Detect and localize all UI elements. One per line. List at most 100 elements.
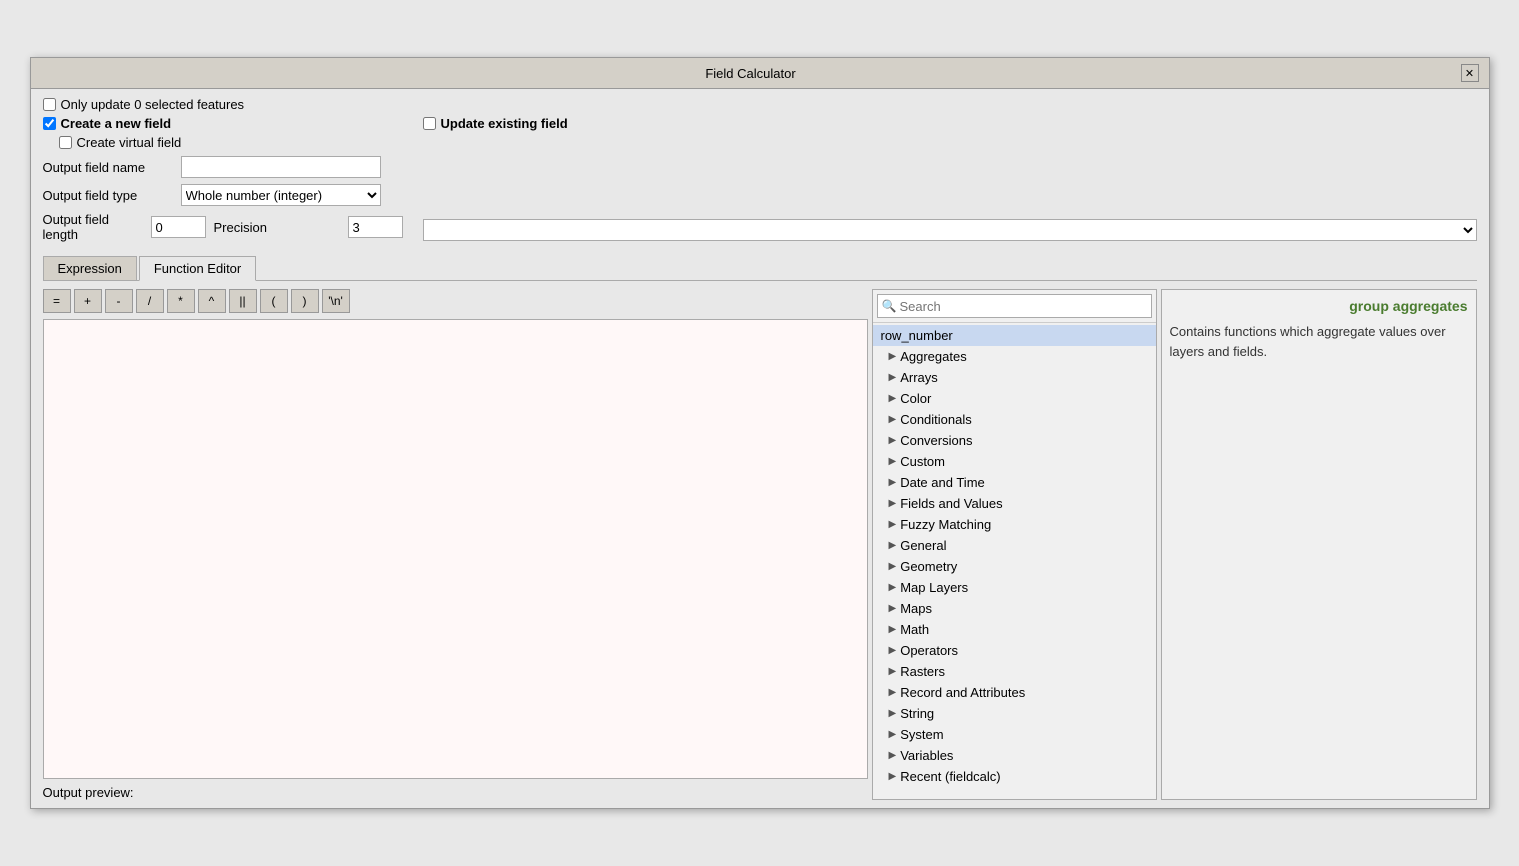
arrow-icon: ▶: [889, 624, 897, 635]
operator-button[interactable]: (: [260, 289, 288, 313]
field-calculator-window: Field Calculator ✕ Only update 0 selecte…: [30, 57, 1490, 809]
list-item-label: Custom: [900, 454, 945, 469]
list-item-label: Map Layers: [900, 580, 968, 595]
arrow-icon: ▶: [889, 435, 897, 446]
close-button[interactable]: ✕: [1461, 64, 1479, 82]
output-field-type-select[interactable]: Whole number (integer)Decimal number (do…: [181, 184, 381, 206]
update-field-select[interactable]: [423, 219, 1477, 241]
update-existing-checkbox[interactable]: [423, 117, 436, 130]
list-item[interactable]: ▶Arrays: [873, 367, 1156, 388]
tabs: Expression Function Editor: [43, 256, 1477, 281]
output-field-type-label: Output field type: [43, 188, 173, 203]
list-item-label: Conditionals: [900, 412, 972, 427]
list-item-label: Record and Attributes: [900, 685, 1025, 700]
list-item[interactable]: ▶General: [873, 535, 1156, 556]
operator-button[interactable]: =: [43, 289, 71, 313]
search-input[interactable]: [877, 294, 1152, 318]
main-area: =+-/*^||()'\n' Output preview: 🔍 row_num…: [43, 289, 1477, 800]
create-new-label: Create a new field: [61, 116, 172, 131]
operator-button[interactable]: +: [74, 289, 102, 313]
operator-button[interactable]: ||: [229, 289, 257, 313]
list-item-label: String: [900, 706, 934, 721]
list-item[interactable]: ▶Record and Attributes: [873, 682, 1156, 703]
arrow-icon: ▶: [889, 603, 897, 614]
list-item-label: Fuzzy Matching: [900, 517, 991, 532]
output-field-length-input[interactable]: [151, 216, 206, 238]
create-virtual-row: Create virtual field: [59, 135, 403, 150]
list-item[interactable]: ▶Variables: [873, 745, 1156, 766]
right-section: Update existing field: [423, 116, 1477, 248]
only-update-checkbox[interactable]: [43, 98, 56, 111]
list-item[interactable]: ▶Aggregates: [873, 346, 1156, 367]
precision-group: Precision: [214, 216, 403, 238]
list-item[interactable]: ▶Geometry: [873, 556, 1156, 577]
list-item[interactable]: ▶Color: [873, 388, 1156, 409]
output-field-name-label: Output field name: [43, 160, 173, 175]
arrow-icon: ▶: [889, 456, 897, 467]
update-existing-label: Update existing field: [441, 116, 568, 131]
arrow-icon: ▶: [889, 519, 897, 530]
list-item-label: Recent (fieldcalc): [900, 769, 1000, 784]
arrow-icon: ▶: [889, 687, 897, 698]
list-item[interactable]: ▶String: [873, 703, 1156, 724]
arrow-icon: ▶: [889, 750, 897, 761]
create-new-row: Create a new field: [43, 116, 403, 131]
list-item-label: Operators: [900, 643, 958, 658]
precision-input[interactable]: [348, 216, 403, 238]
list-item[interactable]: ▶Map Layers: [873, 577, 1156, 598]
arrow-icon: ▶: [889, 414, 897, 425]
tab-expression[interactable]: Expression: [43, 256, 137, 280]
arrow-icon: ▶: [889, 393, 897, 404]
arrow-icon: ▶: [889, 645, 897, 656]
list-item[interactable]: ▶Custom: [873, 451, 1156, 472]
arrow-icon: ▶: [889, 666, 897, 677]
expression-editor[interactable]: [43, 319, 868, 779]
list-item[interactable]: ▶Rasters: [873, 661, 1156, 682]
list-item[interactable]: ▶Conversions: [873, 430, 1156, 451]
operator-button[interactable]: *: [167, 289, 195, 313]
only-update-label: Only update 0 selected features: [61, 97, 245, 112]
create-virtual-label: Create virtual field: [77, 135, 182, 150]
list-item[interactable]: ▶Math: [873, 619, 1156, 640]
operator-button[interactable]: ): [291, 289, 319, 313]
output-field-length-row: Output field length Precision: [43, 212, 403, 242]
function-list-panel: 🔍 row_number▶Aggregates▶Arrays▶Color▶Con…: [872, 289, 1157, 800]
arrow-icon: ▶: [889, 372, 897, 383]
output-field-length-label: Output field length: [43, 212, 143, 242]
output-field-name-input[interactable]: [181, 156, 381, 178]
list-item[interactable]: ▶System: [873, 724, 1156, 745]
expression-panel: =+-/*^||()'\n' Output preview:: [43, 289, 868, 800]
arrow-icon: ▶: [889, 498, 897, 509]
list-item[interactable]: ▶Fields and Values: [873, 493, 1156, 514]
list-item-label: Arrays: [900, 370, 938, 385]
list-item[interactable]: ▶Date and Time: [873, 472, 1156, 493]
list-item[interactable]: ▶Conditionals: [873, 409, 1156, 430]
operator-button[interactable]: /: [136, 289, 164, 313]
list-item-label: Math: [900, 622, 929, 637]
update-existing-row: Update existing field: [423, 116, 1477, 131]
list-item[interactable]: row_number: [873, 325, 1156, 346]
tab-function-editor[interactable]: Function Editor: [139, 256, 256, 281]
search-box-wrapper: 🔍: [873, 290, 1156, 323]
arrow-icon: ▶: [889, 729, 897, 740]
output-preview: Output preview:: [43, 785, 868, 800]
help-description: Contains functions which aggregate value…: [1170, 322, 1468, 361]
list-item[interactable]: ▶Operators: [873, 640, 1156, 661]
create-new-checkbox[interactable]: [43, 117, 56, 130]
operator-button[interactable]: -: [105, 289, 133, 313]
only-update-row: Only update 0 selected features: [43, 97, 1477, 112]
arrow-icon: ▶: [889, 582, 897, 593]
operator-button[interactable]: ^: [198, 289, 226, 313]
list-item-label: Maps: [900, 601, 932, 616]
operator-button[interactable]: '\n': [322, 289, 350, 313]
list-item-label: Rasters: [900, 664, 945, 679]
search-wrapper: 🔍: [877, 294, 1152, 318]
create-virtual-checkbox[interactable]: [59, 136, 72, 149]
list-item[interactable]: ▶Recent (fieldcalc): [873, 766, 1156, 787]
output-preview-label: Output preview:: [43, 785, 134, 800]
arrow-icon: ▶: [889, 351, 897, 362]
list-item[interactable]: ▶Maps: [873, 598, 1156, 619]
window-content: Only update 0 selected features Create a…: [31, 89, 1489, 808]
list-item[interactable]: ▶Fuzzy Matching: [873, 514, 1156, 535]
window-title: Field Calculator: [41, 66, 1461, 81]
